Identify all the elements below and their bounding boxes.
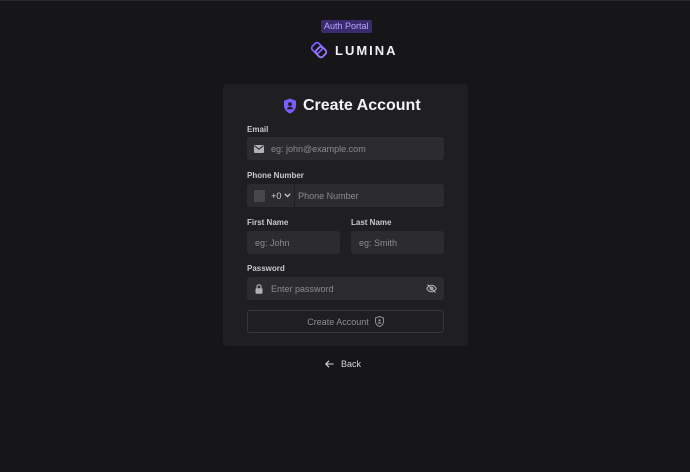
password-label: Password — [247, 264, 285, 273]
back-link[interactable]: Back — [325, 357, 361, 371]
back-label: Back — [341, 359, 362, 369]
phone-label: Phone Number — [247, 171, 304, 180]
chevron-down-icon — [284, 193, 292, 198]
brand-name: LUMINA — [335, 42, 398, 58]
country-code-value: +0 — [271, 190, 282, 201]
lock-icon — [247, 283, 271, 294]
last-name-field — [351, 231, 444, 254]
signup-page: Auth Portal LUMINA Create Account Email — [0, 0, 690, 472]
email-label: Email — [247, 125, 269, 134]
auth-portal-badge: Auth Portal — [321, 20, 372, 33]
last-name-input[interactable] — [359, 231, 444, 254]
create-account-button-label: Create Account — [307, 316, 369, 327]
country-flag[interactable] — [254, 189, 266, 202]
first-name-field — [247, 231, 340, 254]
phone-input[interactable] — [298, 184, 444, 207]
last-name-label: Last Name — [351, 218, 392, 227]
phone-field: +0 — [247, 184, 444, 207]
page-title: Create Account — [303, 97, 421, 114]
top-divider — [0, 0, 690, 1]
eye-off-icon[interactable] — [418, 284, 444, 293]
password-input[interactable] — [271, 277, 418, 300]
mail-icon — [247, 144, 271, 153]
country-code-select[interactable]: +0 — [271, 190, 292, 201]
card-header: Create Account — [283, 96, 421, 116]
first-name-label: First Name — [247, 218, 289, 227]
first-name-input[interactable] — [255, 231, 340, 254]
lumina-logo-icon — [310, 41, 328, 59]
create-account-button[interactable]: Create Account — [247, 310, 444, 333]
shield-icon — [284, 98, 296, 114]
user-shield-icon — [374, 316, 384, 327]
create-account-card: Create Account Email Phone Number +0 — [223, 84, 468, 346]
password-field — [247, 277, 444, 300]
brand: LUMINA — [310, 40, 398, 60]
email-input[interactable] — [271, 137, 444, 160]
phone-divider — [294, 184, 296, 207]
email-field — [247, 137, 444, 160]
arrow-left-icon — [325, 360, 334, 368]
